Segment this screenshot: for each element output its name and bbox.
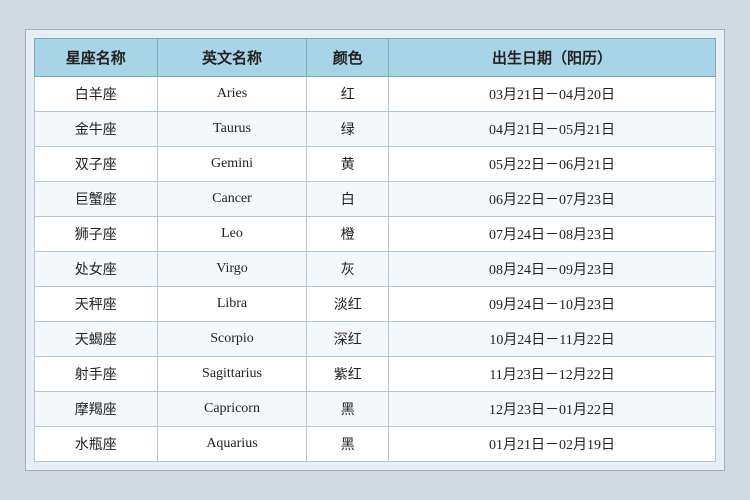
cell-chinese-name: 天蝎座 [35,322,158,357]
table-row: 巨蟹座Cancer白06月22日－07月23日 [35,182,716,217]
table-row: 摩羯座Capricorn黑12月23日－01月22日 [35,392,716,427]
table-header-row: 星座名称 英文名称 颜色 出生日期（阳历） [35,39,716,77]
cell-chinese-name: 双子座 [35,147,158,182]
cell-color: 绿 [307,112,389,147]
cell-date: 03月21日－04月20日 [389,77,716,112]
cell-date: 01月21日－02月19日 [389,427,716,462]
cell-date: 10月24日－11月22日 [389,322,716,357]
cell-english-name: Capricorn [157,392,307,427]
cell-english-name: Virgo [157,252,307,287]
table-row: 水瓶座Aquarius黑01月21日－02月19日 [35,427,716,462]
cell-chinese-name: 巨蟹座 [35,182,158,217]
cell-english-name: Gemini [157,147,307,182]
zodiac-table: 星座名称 英文名称 颜色 出生日期（阳历） 白羊座Aries红03月21日－04… [34,38,716,462]
cell-color: 黄 [307,147,389,182]
cell-english-name: Aries [157,77,307,112]
cell-chinese-name: 天秤座 [35,287,158,322]
cell-english-name: Cancer [157,182,307,217]
cell-date: 07月24日－08月23日 [389,217,716,252]
table-row: 狮子座Leo橙07月24日－08月23日 [35,217,716,252]
cell-date: 09月24日－10月23日 [389,287,716,322]
header-chinese-name: 星座名称 [35,39,158,77]
table-row: 天秤座Libra淡红09月24日－10月23日 [35,287,716,322]
table-row: 处女座Virgo灰08月24日－09月23日 [35,252,716,287]
cell-color: 深红 [307,322,389,357]
cell-color: 黑 [307,392,389,427]
cell-english-name: Leo [157,217,307,252]
zodiac-table-container: 星座名称 英文名称 颜色 出生日期（阳历） 白羊座Aries红03月21日－04… [25,29,725,471]
cell-color: 橙 [307,217,389,252]
table-row: 天蝎座Scorpio深红10月24日－11月22日 [35,322,716,357]
cell-chinese-name: 金牛座 [35,112,158,147]
cell-date: 06月22日－07月23日 [389,182,716,217]
cell-color: 红 [307,77,389,112]
cell-english-name: Sagittarius [157,357,307,392]
cell-english-name: Libra [157,287,307,322]
header-date: 出生日期（阳历） [389,39,716,77]
cell-color: 白 [307,182,389,217]
header-english-name: 英文名称 [157,39,307,77]
cell-chinese-name: 处女座 [35,252,158,287]
cell-color: 灰 [307,252,389,287]
cell-color: 紫红 [307,357,389,392]
table-row: 射手座Sagittarius紫红11月23日－12月22日 [35,357,716,392]
cell-chinese-name: 射手座 [35,357,158,392]
cell-chinese-name: 水瓶座 [35,427,158,462]
cell-english-name: Scorpio [157,322,307,357]
table-row: 白羊座Aries红03月21日－04月20日 [35,77,716,112]
cell-chinese-name: 狮子座 [35,217,158,252]
cell-color: 黑 [307,427,389,462]
cell-chinese-name: 摩羯座 [35,392,158,427]
table-row: 金牛座Taurus绿04月21日－05月21日 [35,112,716,147]
cell-color: 淡红 [307,287,389,322]
cell-date: 05月22日－06月21日 [389,147,716,182]
cell-date: 04月21日－05月21日 [389,112,716,147]
cell-chinese-name: 白羊座 [35,77,158,112]
cell-english-name: Aquarius [157,427,307,462]
cell-date: 12月23日－01月22日 [389,392,716,427]
cell-date: 11月23日－12月22日 [389,357,716,392]
header-color: 颜色 [307,39,389,77]
cell-english-name: Taurus [157,112,307,147]
table-row: 双子座Gemini黄05月22日－06月21日 [35,147,716,182]
cell-date: 08月24日－09月23日 [389,252,716,287]
